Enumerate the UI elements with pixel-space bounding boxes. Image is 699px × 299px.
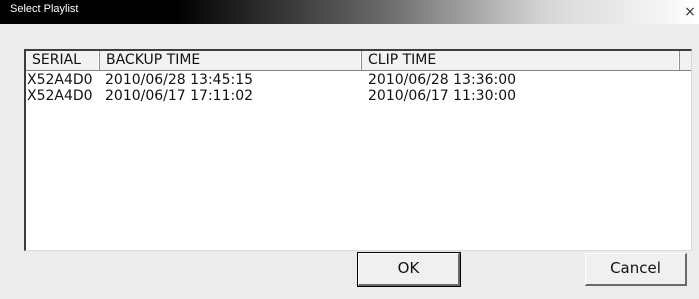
select-playlist-dialog: Select Playlist × SERIAL BACKUP TIME CLI… [0,0,699,299]
column-header-filler [680,51,691,70]
title-bar[interactable]: Select Playlist × [0,0,699,24]
list-row[interactable]: X52A4D0 2010/06/28 13:45:15 2010/06/28 1… [26,72,691,88]
column-header-serial[interactable]: SERIAL [26,51,100,70]
list-header: SERIAL BACKUP TIME CLIP TIME [26,51,691,71]
cell-serial: X52A4D0 [27,88,93,104]
column-header-clip-time[interactable]: CLIP TIME [362,51,680,70]
cell-clip-time: 2010/06/17 11:30:00 [368,88,517,104]
cancel-button[interactable]: Cancel [585,253,687,286]
ok-button[interactable]: OK [357,252,461,287]
cell-clip-time: 2010/06/28 13:36:00 [368,72,517,88]
playlist-list[interactable]: SERIAL BACKUP TIME CLIP TIME X52A4D0 201… [24,49,692,251]
cell-serial: X52A4D0 [27,72,93,88]
cell-backup-time: 2010/06/17 17:11:02 [105,88,254,104]
list-rows: X52A4D0 2010/06/28 13:45:15 2010/06/28 1… [26,72,691,104]
list-row[interactable]: X52A4D0 2010/06/17 17:11:02 2010/06/17 1… [26,88,691,104]
close-icon[interactable]: × [683,4,697,20]
dialog-title: Select Playlist [10,3,79,15]
column-header-backup-time[interactable]: BACKUP TIME [100,51,362,70]
cell-backup-time: 2010/06/28 13:45:15 [105,72,254,88]
